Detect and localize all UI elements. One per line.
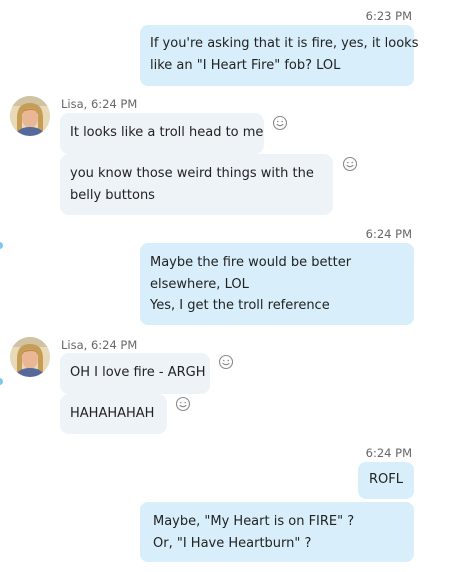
message-line: Maybe, "My Heart is on FIRE" ?	[153, 514, 355, 529]
incoming-message-bubble[interactable]: HAHAHAHAH	[60, 394, 167, 434]
contact-avatar[interactable]	[10, 96, 50, 136]
message-line: HAHAHAHAH	[70, 406, 155, 421]
message-line: Yes, I get the troll reference	[150, 298, 330, 313]
message-line: you know those weird things with the	[70, 166, 314, 181]
outgoing-message-bubble[interactable]: Maybe, "My Heart is on FIRE" ? Or, "I Ha…	[140, 502, 414, 562]
message-timestamp: 6:23 PM	[365, 9, 412, 23]
chat-transcript: 6:23 PM If you're asking that it is fire…	[0, 0, 452, 572]
incoming-message-bubble[interactable]: you know those weird things with the bel…	[60, 154, 333, 215]
message-line: ROFL	[369, 472, 403, 487]
unread-indicator	[0, 378, 3, 385]
message-line: If you're asking that it is fire, yes, i…	[150, 36, 419, 51]
unread-indicator	[0, 242, 3, 249]
message-line: Maybe the fire would be better	[150, 255, 352, 270]
message-timestamp: 6:24 PM	[365, 446, 412, 460]
add-reaction-smiley-icon[interactable]	[272, 115, 288, 131]
add-reaction-smiley-icon[interactable]	[175, 396, 191, 412]
sender-label: Lisa, 6:24 PM	[61, 338, 138, 352]
incoming-message-bubble[interactable]: It looks like a troll head to me	[60, 113, 264, 154]
message-line: OH I love fire - ARGH	[70, 365, 206, 380]
add-reaction-smiley-icon[interactable]	[218, 354, 234, 370]
outgoing-message-bubble[interactable]: ROFL	[358, 462, 414, 499]
message-line: elsewhere, LOL	[150, 276, 249, 292]
outgoing-message-bubble[interactable]: Maybe the fire would be better elsewhere…	[140, 243, 414, 325]
message-line: It looks like a troll head to me	[70, 125, 264, 140]
sender-label: Lisa, 6:24 PM	[61, 97, 138, 111]
message-line: like an "I Heart Fire" fob? LOL	[150, 57, 341, 73]
add-reaction-smiley-icon[interactable]	[342, 156, 358, 172]
message-timestamp: 6:24 PM	[365, 227, 412, 241]
message-line: belly buttons	[70, 187, 155, 203]
message-line: Or, "I Have Heartburn" ?	[153, 535, 312, 551]
contact-avatar[interactable]	[10, 337, 50, 377]
outgoing-message-bubble[interactable]: If you're asking that it is fire, yes, i…	[140, 25, 419, 86]
incoming-message-bubble[interactable]: OH I love fire - ARGH	[60, 353, 210, 394]
